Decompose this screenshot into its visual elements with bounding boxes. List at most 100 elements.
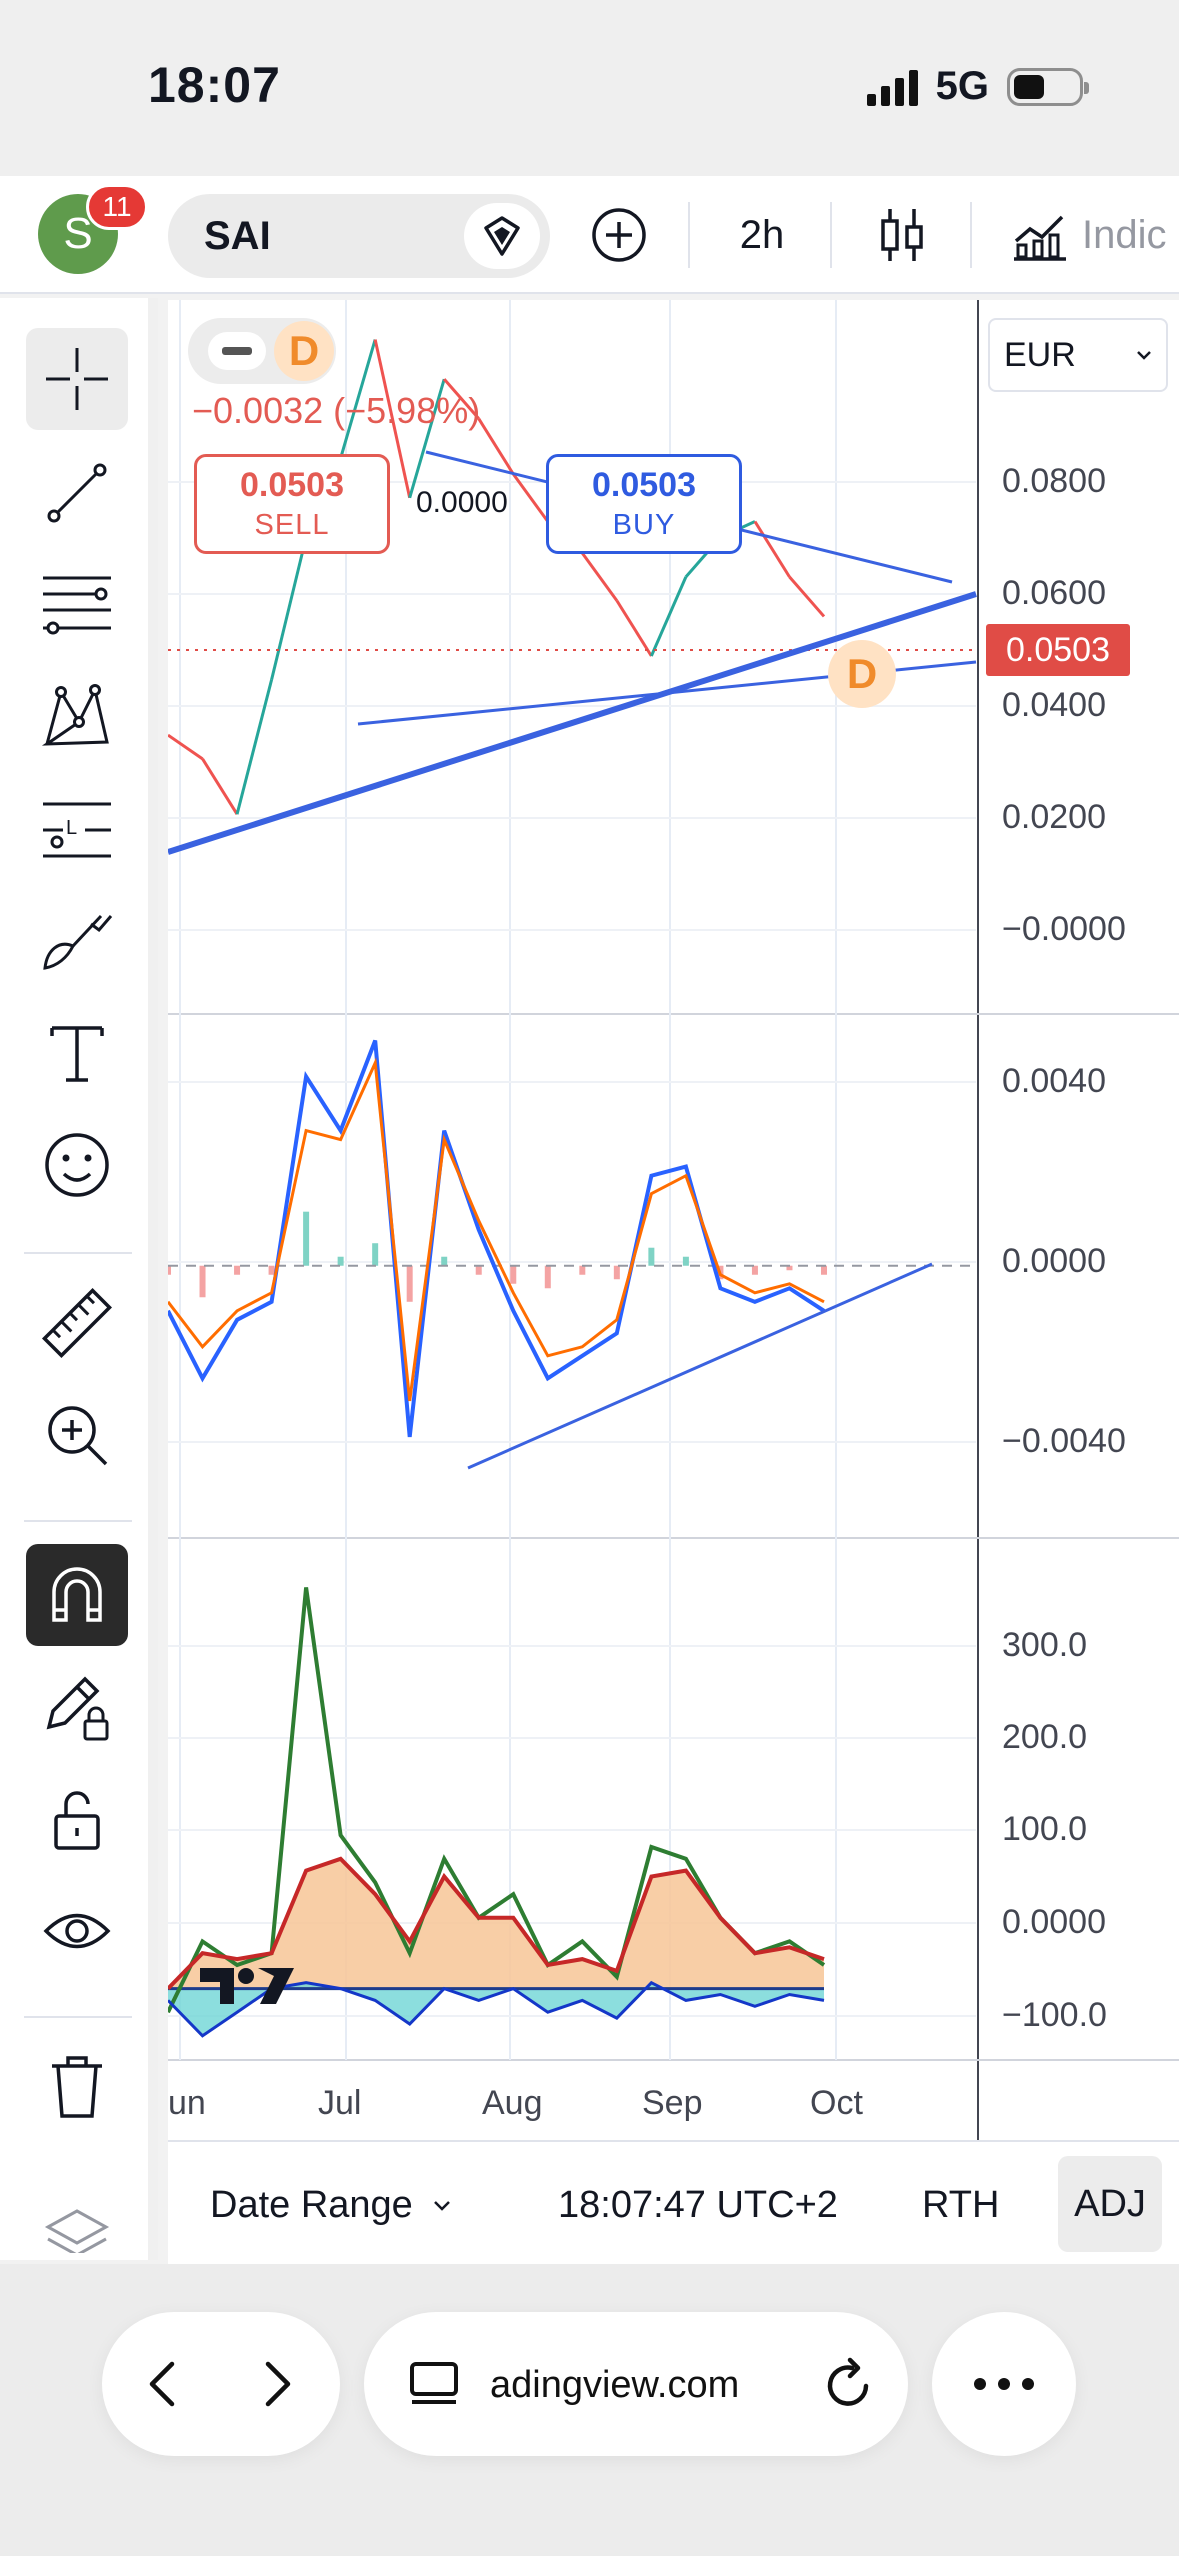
candlestick-icon [881, 209, 923, 261]
sell-button[interactable]: 0.0503 SELL [194, 454, 390, 554]
macd-histogram-bar [372, 1243, 379, 1266]
macd-histogram-bar [475, 1265, 482, 1275]
flag-icon[interactable] [464, 203, 540, 269]
crosshair-tool[interactable] [26, 328, 128, 430]
interval-label: 2h [739, 212, 785, 257]
price-axis-label: −0.0000 [1002, 910, 1126, 948]
adjust-toggle[interactable]: ADJ [1058, 2156, 1162, 2252]
session-toggle[interactable]: RTH [922, 2184, 999, 2227]
fib-retracement-tool[interactable] [26, 554, 128, 656]
network-type: 5G [935, 64, 989, 108]
crosshair-icon [46, 348, 108, 410]
lock-drawings-toggle[interactable] [26, 1768, 128, 1870]
macd-histogram-bar [406, 1265, 413, 1302]
last-price-tag: 0.0503 [986, 624, 1130, 676]
compare-add-button[interactable] [584, 196, 654, 274]
icon-tool[interactable] [26, 1114, 128, 1216]
date-axis-label: Aug [482, 2084, 543, 2122]
toolbar-divider [24, 2016, 132, 2018]
text-tool[interactable] [26, 1002, 128, 1104]
symbol-search-button[interactable]: SAI [168, 194, 550, 278]
brush-tool[interactable] [26, 890, 128, 992]
legend-toggle[interactable]: D [188, 318, 336, 384]
chevron-down-icon [433, 2200, 450, 2211]
pattern-tool[interactable] [26, 666, 128, 768]
osc-axis-label: 100.0 [1002, 1810, 1088, 1848]
battery-icon [1007, 67, 1089, 106]
indicators-icon [1014, 215, 1066, 261]
currency-value: EUR [1004, 335, 1076, 374]
interval-button[interactable]: 2h [722, 196, 802, 274]
buy-price: 0.0503 [592, 466, 696, 504]
status-time: 18:07 [148, 57, 281, 113]
brush-icon [43, 914, 113, 970]
spread-value: 0.0000 [416, 486, 508, 519]
timezone-clock[interactable]: 18:07:47 UTC+2 [558, 2184, 838, 2227]
toolbar-divider [830, 202, 832, 268]
price-axis-label: 0.0800 [1002, 462, 1106, 500]
reload-icon[interactable] [822, 2356, 876, 2412]
osc-axis-label: −100.0 [1002, 1996, 1107, 2034]
trend-line-tool[interactable] [26, 442, 128, 544]
date-axis-label: Jul [318, 2084, 362, 2122]
tabs-icon[interactable] [408, 2360, 460, 2410]
osc-axis-label: 200.0 [1002, 1718, 1088, 1756]
dividend-marker[interactable]: D [828, 640, 896, 708]
smiley-icon [45, 1133, 109, 1197]
back-icon[interactable] [142, 2358, 182, 2410]
navigation-pill [102, 2312, 340, 2456]
browser-toolbar: adingview.com [0, 2264, 1179, 2556]
macd-trend-line [467, 1262, 933, 1470]
layers-button[interactable] [26, 2198, 128, 2258]
price-candle-segment [615, 599, 653, 657]
drawing-toolbar: L [0, 298, 158, 2260]
price-change: −0.0032 (−5.98%) [192, 390, 481, 431]
stay-in-drawing-mode-toggle[interactable] [26, 1656, 128, 1758]
trend-line-icon [47, 463, 107, 523]
legend-dividend-badge: D [274, 321, 334, 381]
forecast-tool[interactable]: L [26, 778, 128, 880]
magnet-mode-toggle[interactable] [26, 1544, 128, 1646]
pencil-lock-icon [46, 1676, 109, 1741]
macd-histogram-bar [544, 1265, 551, 1289]
unlock-icon [54, 1791, 100, 1850]
chart-area[interactable]: D −0.0032 (−5.98%) 0.0503 SELL 0.0000 0.… [168, 300, 1179, 2140]
price-axis-label: 0.0600 [1002, 574, 1106, 612]
buy-label: BUY [612, 509, 676, 541]
date-range-button[interactable]: Date Range [210, 2184, 453, 2227]
price-candle-segment [201, 758, 239, 816]
macd-axis-label: −0.0040 [1002, 1422, 1126, 1460]
currency-select[interactable]: EUR [988, 318, 1168, 392]
macd-signal-line [168, 1057, 825, 1402]
buy-button[interactable]: 0.0503 BUY [546, 454, 742, 554]
text-icon [50, 1026, 104, 1082]
forward-icon[interactable] [258, 2358, 298, 2410]
measure-tool[interactable] [26, 1272, 128, 1374]
fib-lines-icon [43, 576, 111, 635]
macd-histogram-bar [337, 1256, 344, 1266]
chart-type-button[interactable] [862, 196, 942, 274]
sell-label: SELL [254, 509, 330, 541]
plus-circle-icon [592, 208, 646, 262]
hide-drawings-toggle[interactable] [26, 1880, 128, 1982]
macd-histogram-bar [510, 1265, 517, 1284]
chevron-down-icon [1136, 351, 1151, 360]
macd-histogram-bar [648, 1247, 655, 1266]
chart-bottom-bar: Date Range 18:07:47 UTC+2 RTH ADJ [168, 2140, 1179, 2264]
price-axis-label: 0.0400 [1002, 686, 1106, 724]
remove-drawings-button[interactable] [26, 2036, 128, 2138]
collapse-legend-icon[interactable] [208, 332, 266, 370]
zoom-tool[interactable] [26, 1384, 128, 1486]
macd-histogram-bar [268, 1265, 275, 1275]
indicators-button[interactable]: Indic [1010, 196, 1179, 274]
macd-axis-label: 0.0040 [1002, 1062, 1106, 1100]
url-text: adingview.com [490, 2364, 740, 2406]
address-bar[interactable]: adingview.com [364, 2312, 908, 2456]
macd-histogram-bar [751, 1265, 758, 1275]
notification-badge: 11 [86, 184, 148, 230]
price-candle-segment [753, 520, 791, 578]
more-button[interactable] [932, 2312, 1076, 2456]
price-axis-label: 0.0200 [1002, 798, 1106, 836]
macd-histogram-bar [234, 1265, 241, 1275]
zoom-in-icon [48, 1406, 108, 1466]
